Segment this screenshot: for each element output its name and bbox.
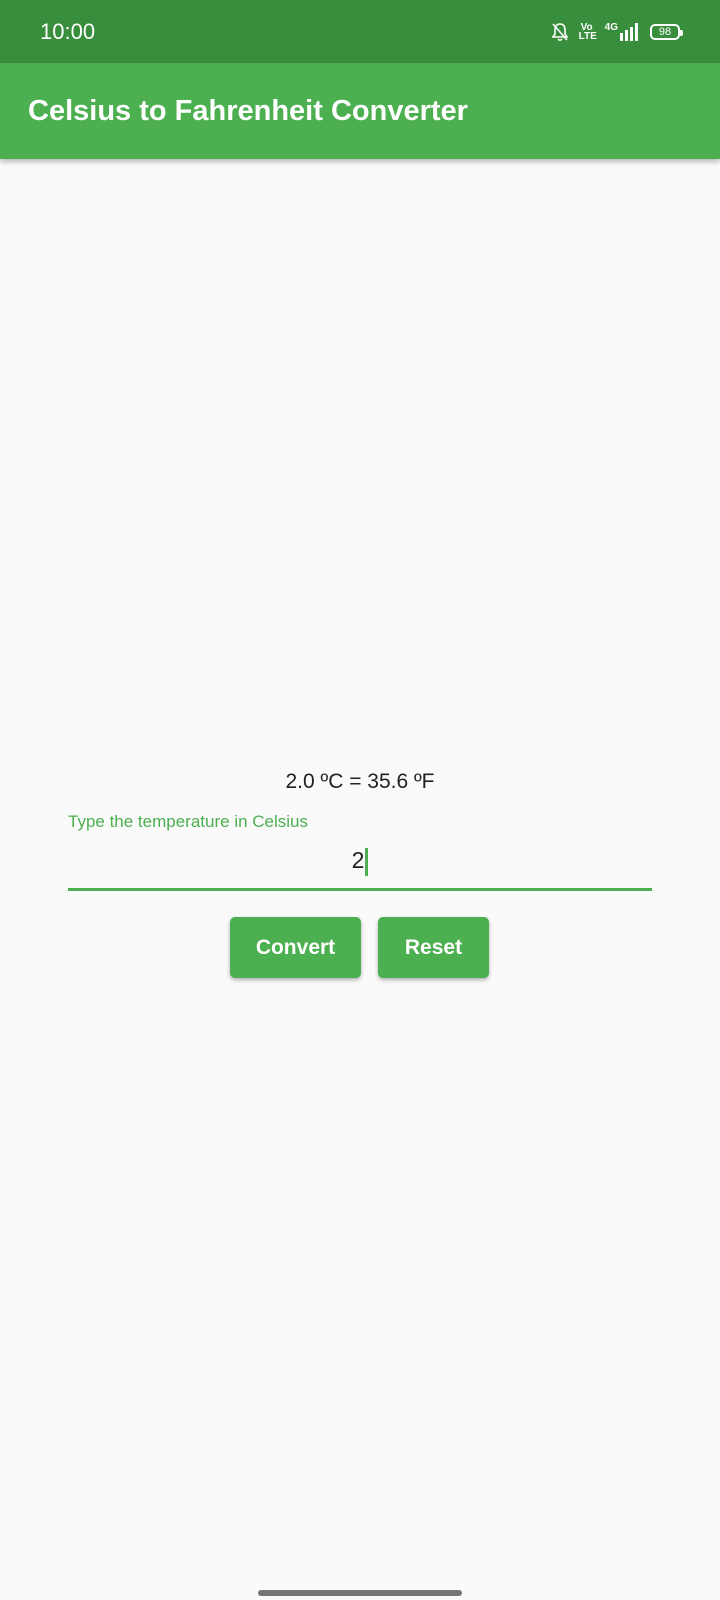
- volte-bottom-label: LTE: [578, 31, 597, 42]
- status-icons: Vo LTE 4G 98: [551, 20, 683, 44]
- convert-button[interactable]: Convert: [230, 917, 361, 978]
- text-cursor: [365, 847, 369, 876]
- conversion-result: 2.0 ºC = 35.6 ºF: [285, 770, 435, 793]
- volte-icon: Vo LTE: [578, 23, 597, 42]
- celsius-input-field[interactable]: Type the temperature in Celsius 2: [68, 808, 652, 892]
- battery-icon: 98: [650, 24, 683, 40]
- 4g-signal-icon: 4G: [605, 23, 640, 41]
- celsius-input-value[interactable]: 2: [352, 847, 365, 873]
- network-type-label: 4G: [604, 22, 618, 33]
- battery-level: 98: [658, 26, 672, 38]
- status-time: 10:00: [40, 19, 96, 44]
- app-bar: Celsius to Fahrenheit Converter: [0, 63, 720, 159]
- status-bar: 10:00 Vo LTE 4G 98: [0, 0, 720, 63]
- signal-bars-icon: [620, 23, 638, 41]
- reset-button[interactable]: Reset: [378, 917, 489, 978]
- input-underline: [68, 888, 652, 891]
- app-title: Celsius to Fahrenheit Converter: [28, 95, 468, 127]
- celsius-input-label: Type the temperature in Celsius: [68, 812, 309, 831]
- bell-off-icon: [551, 22, 569, 42]
- celsius-input[interactable]: 2: [68, 844, 652, 876]
- gesture-nav-handle[interactable]: [258, 1590, 462, 1596]
